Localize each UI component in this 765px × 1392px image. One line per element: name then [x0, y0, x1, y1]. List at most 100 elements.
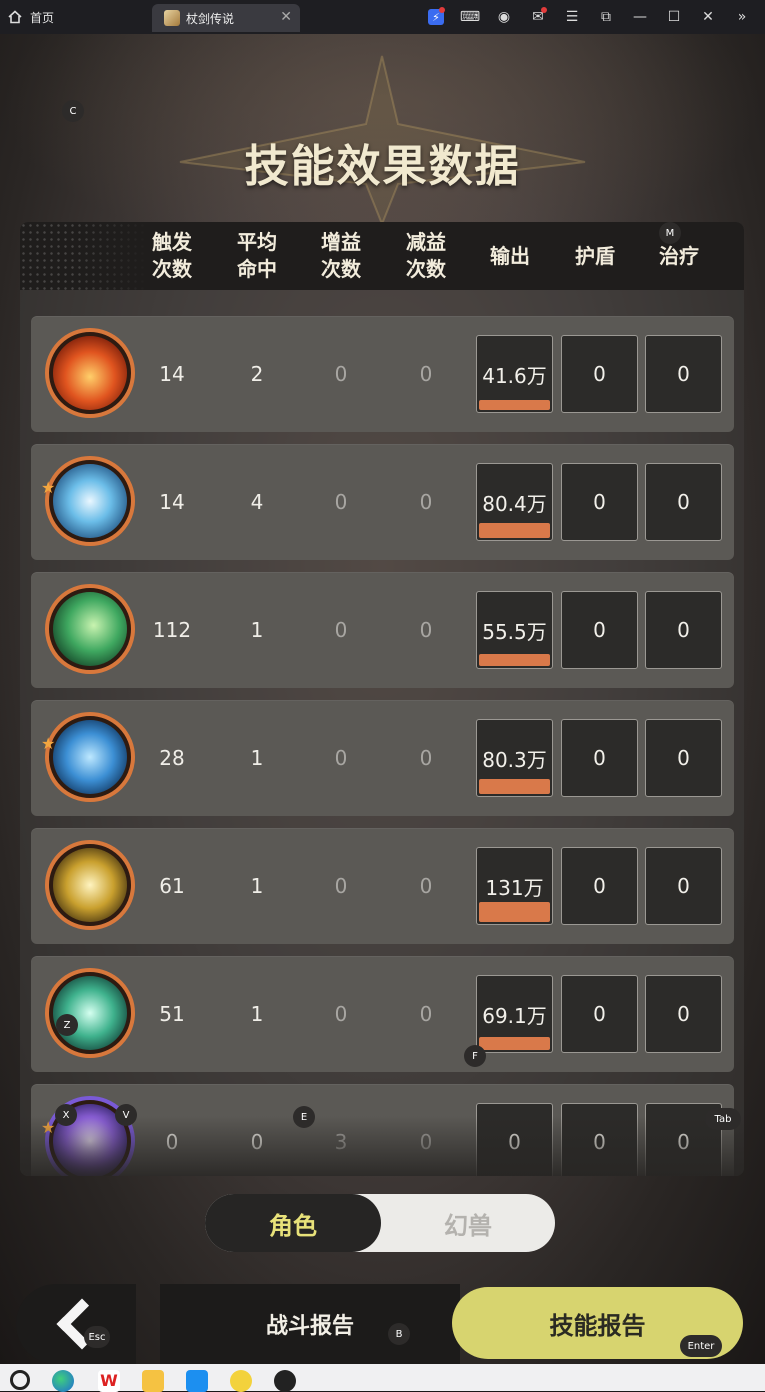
- cell-buff-count: 0: [334, 362, 348, 386]
- output-bar: [479, 400, 550, 410]
- lightning-skill-icon[interactable]: [45, 840, 135, 930]
- cell-output-value: 41.6万: [482, 363, 547, 388]
- edge-browser-icon[interactable]: [52, 1370, 74, 1392]
- cell-trigger-count: 51: [159, 1002, 185, 1026]
- cell-buff-count: 0: [334, 874, 348, 898]
- cell-output: 131万: [476, 847, 553, 925]
- col-avg-hit: 平均 命中: [237, 230, 277, 281]
- user-icon: ◉: [497, 9, 511, 25]
- folder-icon[interactable]: [142, 1370, 164, 1392]
- cell-debuff-count: 0: [419, 490, 433, 514]
- toggle-character[interactable]: 角色: [205, 1194, 381, 1252]
- tab-home-label: 首页: [30, 10, 55, 25]
- battle-report-button[interactable]: 战斗报告: [160, 1284, 460, 1364]
- cell-shield-value: 0: [593, 618, 606, 642]
- cell-output-value: 69.1万: [482, 1003, 547, 1028]
- cell-heal: 0: [645, 975, 722, 1053]
- page-title: 技能效果数据: [244, 141, 521, 192]
- cell-shield-value: 0: [593, 490, 606, 514]
- cell-avg-hit: 1: [250, 618, 264, 642]
- cell-shield-value: 0: [593, 1002, 606, 1026]
- maximize-button[interactable]: ☐: [657, 0, 691, 34]
- notification-dot: [439, 7, 445, 13]
- cell-heal-value: 0: [677, 362, 690, 386]
- menu-button[interactable]: ☰: [555, 0, 589, 34]
- search-icon[interactable]: [10, 1370, 30, 1390]
- cell-avg-hit: 1: [250, 1002, 264, 1026]
- mail-dot: [541, 7, 547, 13]
- account-button[interactable]: ◉: [487, 0, 521, 34]
- cell-output-value: 55.5万: [482, 619, 547, 644]
- close-window-button[interactable]: ✕: [691, 0, 725, 34]
- cell-heal: 0: [645, 847, 722, 925]
- tab-game[interactable]: 杖剑传说 ✕: [152, 4, 300, 32]
- water-skill-icon[interactable]: [45, 712, 135, 802]
- qq-icon[interactable]: [274, 1370, 296, 1392]
- role-toggle[interactable]: 角色 幻兽: [205, 1194, 555, 1252]
- col-debuff-count: 减益 次数: [406, 230, 446, 281]
- pin-icon: ⧉: [601, 9, 611, 25]
- home-icon: [8, 10, 22, 24]
- output-bar: [479, 654, 550, 666]
- hotkey-e: E: [293, 1106, 315, 1128]
- cell-heal: 0: [645, 591, 722, 669]
- cell-shield: 0: [561, 975, 638, 1053]
- cell-debuff-count: 0: [419, 362, 433, 386]
- cell-heal: 0: [645, 463, 722, 541]
- cell-shield-value: 0: [593, 362, 606, 386]
- more-button[interactable]: »: [725, 0, 759, 34]
- cell-buff-count: 0: [334, 1002, 348, 1026]
- cell-output-value: 131万: [485, 875, 544, 900]
- cell-output: 55.5万: [476, 591, 553, 669]
- hotkey-f: F: [464, 1045, 486, 1067]
- cell-avg-hit: 2: [250, 362, 264, 386]
- toggle-beast[interactable]: 幻兽: [381, 1194, 555, 1252]
- minimize-button[interactable]: —: [623, 0, 657, 34]
- cell-output-value: 80.3万: [482, 747, 547, 772]
- table-row: 112 1 0 0 55.5万 0 0: [31, 572, 734, 688]
- tab-home[interactable]: 首页: [8, 6, 54, 28]
- cell-shield-value: 0: [593, 874, 606, 898]
- close-tab-icon[interactable]: ✕: [280, 9, 292, 25]
- col-output: 输出: [490, 243, 530, 268]
- cell-shield-value: 0: [593, 746, 606, 770]
- gamepad-button[interactable]: ⌨: [453, 0, 487, 34]
- hotkey-x: X: [55, 1104, 77, 1126]
- cell-output: 41.6万: [476, 335, 553, 413]
- back-button[interactable]: [16, 1284, 136, 1364]
- ice-skill-icon[interactable]: [45, 456, 135, 546]
- browser-titlebar: 首页 杖剑传说 ✕ ⚡ ⌨ ◉ ✉ ☰ ⧉ — ☐ ✕ »: [0, 0, 765, 34]
- cell-heal-value: 0: [677, 618, 690, 642]
- fire-skill-icon[interactable]: [45, 328, 135, 418]
- tab-game-label: 杖剑传说: [186, 11, 235, 26]
- pin-button[interactable]: ⧉: [589, 0, 623, 34]
- accelerator-button[interactable]: ⚡: [419, 0, 453, 34]
- game-favicon-icon: [164, 10, 180, 26]
- cell-debuff-count: 0: [419, 874, 433, 898]
- os-taskbar: W: [0, 1364, 765, 1392]
- app-blue-icon[interactable]: [186, 1370, 208, 1392]
- cell-buff-count: 0: [334, 490, 348, 514]
- hotkey-b: B: [388, 1323, 410, 1345]
- cell-output: 69.1万: [476, 975, 553, 1053]
- hotkey-enter: Enter: [680, 1335, 722, 1357]
- hotkey-tab: Tab: [705, 1108, 741, 1130]
- output-bar: [479, 523, 550, 538]
- output-bar: [479, 1037, 550, 1050]
- cell-heal: 0: [645, 719, 722, 797]
- col-trigger-count: 触发 次数: [152, 230, 192, 281]
- game-app-icon[interactable]: [230, 1370, 252, 1392]
- wind-skill-icon[interactable]: [45, 584, 135, 674]
- table-row: ★ 28 1 0 0 80.3万 0 0: [31, 700, 734, 816]
- cell-output-value: 80.4万: [482, 491, 547, 516]
- table-row: 51 1 0 0 69.1万 0 0: [31, 956, 734, 1072]
- mail-button[interactable]: ✉: [521, 0, 555, 34]
- cell-heal-value: 0: [677, 746, 690, 770]
- wps-icon[interactable]: W: [98, 1370, 120, 1392]
- cell-heal-value: 0: [677, 874, 690, 898]
- cell-output: 80.3万: [476, 719, 553, 797]
- cell-trigger-count: 112: [152, 618, 192, 642]
- nature-skill-icon[interactable]: [45, 968, 135, 1058]
- maximize-icon: ☐: [667, 9, 681, 25]
- cell-shield: 0: [561, 591, 638, 669]
